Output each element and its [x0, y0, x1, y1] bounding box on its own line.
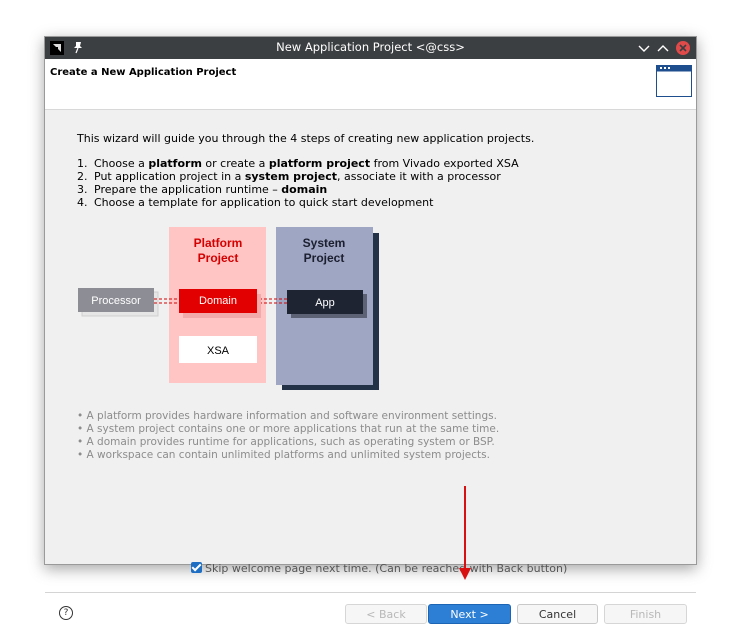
checkbox-checked-icon[interactable] [191, 562, 202, 573]
platform-system-diagram: Platform Project System Project Processo… [78, 227, 379, 390]
cancel-button[interactable]: Cancel [517, 604, 598, 624]
help-icon[interactable]: ? [59, 606, 73, 620]
list-item: • A domain provides runtime for applicat… [77, 436, 495, 448]
page-title: Create a New Application Project [50, 67, 237, 78]
title-bar: New Application Project <@css> [45, 37, 696, 59]
list-item: • A platform provides hardware informati… [77, 410, 497, 422]
xsa-label: XSA [207, 345, 230, 357]
platform-title-line2: Project [198, 251, 239, 265]
close-icon[interactable] [675, 40, 691, 56]
system-title-line2: Project [304, 251, 345, 265]
skip-welcome-option[interactable]: Skip welcome page next time. (Can be rea… [191, 562, 567, 575]
wizard-header: Create a New Application Project [45, 59, 696, 110]
maximize-icon[interactable] [655, 40, 671, 56]
app-label: App [315, 297, 335, 309]
divider [45, 592, 696, 593]
wizard-window: New Application Project <@css> Create a … [44, 36, 697, 624]
finish-button[interactable]: Finish [604, 604, 687, 624]
wizard-window-icon [656, 65, 692, 97]
system-title-line1: System [303, 236, 346, 250]
list-item: • A system project contains one or more … [77, 423, 500, 435]
minimize-icon[interactable] [636, 40, 652, 56]
processor-label: Processor [91, 295, 141, 307]
platform-title-line1: Platform [194, 236, 243, 250]
domain-label: Domain [199, 295, 237, 307]
annotation-arrow-icon [459, 486, 471, 580]
info-bullets: • A platform provides hardware informati… [77, 410, 499, 462]
window-title: New Application Project <@css> [276, 40, 465, 54]
back-button[interactable]: < Back [345, 604, 427, 624]
skip-welcome-label: Skip welcome page next time. (Can be rea… [205, 562, 568, 575]
next-button[interactable]: Next > [428, 604, 511, 624]
list-item: • A workspace can contain unlimited plat… [77, 449, 490, 461]
